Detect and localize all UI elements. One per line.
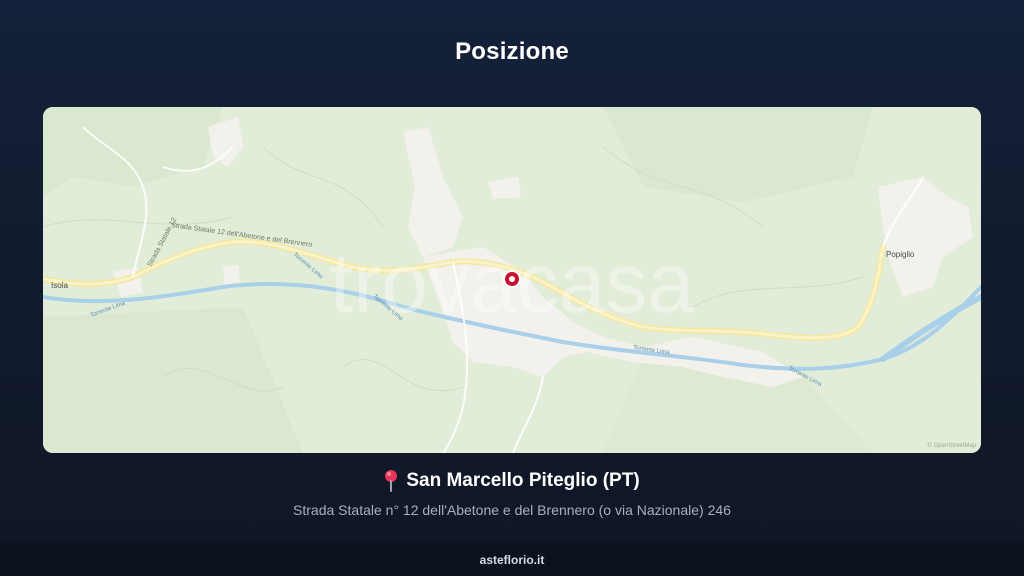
place-label-popiglio: Popiglio — [886, 250, 915, 259]
location-name: San Marcello Piteglio (PT) — [406, 470, 640, 491]
location-marker-icon[interactable] — [503, 270, 521, 288]
map-canvas[interactable]: trovacasa Strada Statale 12 Strada Stata… — [43, 107, 981, 453]
location-info: San Marcello Piteglio (PT) Strada Statal… — [0, 470, 1024, 518]
round-pushpin-icon — [384, 470, 398, 492]
page-title: Posizione — [455, 38, 569, 65]
footer: asteflorio.it — [0, 543, 1024, 576]
place-label-isola: Isola — [51, 281, 68, 290]
location-title-row: San Marcello Piteglio (PT) — [0, 470, 1024, 492]
location-address: Strada Statale n° 12 dell'Abetone e del … — [293, 502, 731, 518]
map-attribution: © OpenStreetMap — [928, 442, 977, 449]
map[interactable]: trovacasa Strada Statale 12 Strada Stata… — [43, 107, 981, 453]
footer-site-link[interactable]: asteflorio.it — [480, 553, 545, 567]
